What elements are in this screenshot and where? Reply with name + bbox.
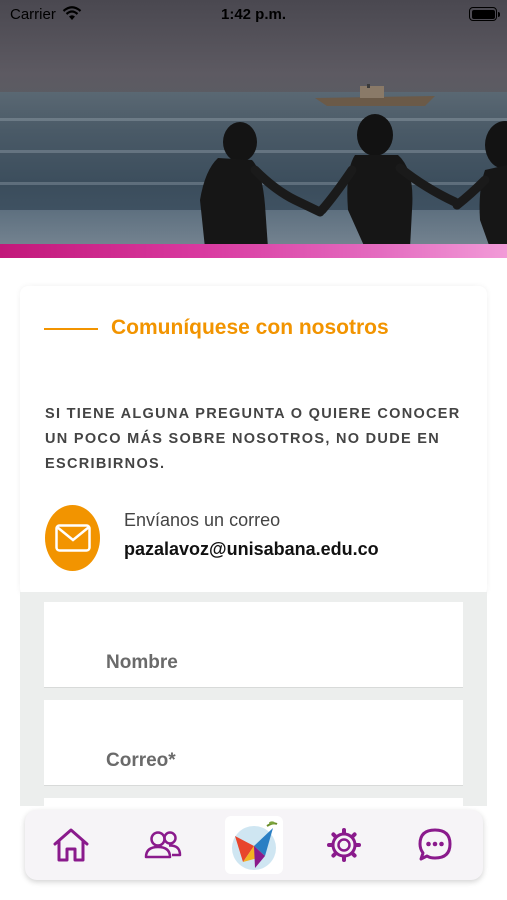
home-icon: [53, 828, 89, 862]
contact-card: Comuníquese con nosotros SI TIENE ALGUNA…: [20, 286, 487, 596]
chat-icon: [418, 828, 452, 861]
email-placeholder: Correo*: [106, 750, 176, 771]
title-divider: [44, 328, 98, 330]
status-bar: Carrier 1:42 p.m.: [0, 0, 507, 30]
email-field[interactable]: Correo*: [44, 700, 463, 786]
bottom-nav-area: [0, 806, 507, 900]
nav-chat[interactable]: [400, 810, 470, 880]
settings-gear-icon: [327, 828, 361, 862]
name-placeholder: Nombre: [106, 652, 178, 673]
nav-community[interactable]: [128, 810, 198, 880]
contact-form: Nombre Correo*: [20, 592, 487, 808]
accent-bar: [0, 244, 507, 258]
nav-home[interactable]: [36, 810, 106, 880]
email-address-link[interactable]: pazalavoz@unisabana.edu.co: [124, 539, 379, 560]
boat-graphic: [315, 84, 435, 106]
bottom-nav: [25, 810, 483, 880]
envelope-icon: [54, 524, 91, 552]
nav-settings[interactable]: [309, 810, 379, 880]
contact-description: SI TIENE ALGUNA PREGUNTA O QUIERE CONOCE…: [45, 406, 461, 472]
app-logo: [225, 816, 283, 874]
people-holding-hands: [200, 114, 507, 248]
community-icon: [144, 831, 182, 859]
nav-app-logo[interactable]: [225, 816, 283, 874]
clock: 1:42 p.m.: [220, 6, 287, 23]
mail-icon-button[interactable]: [45, 505, 100, 571]
battery-icon: [469, 7, 500, 21]
name-field[interactable]: Nombre: [44, 602, 463, 688]
header-image: [0, 0, 507, 248]
email-label: Envíanos un correo: [124, 510, 281, 530]
section-title: Comuníquese con nosotros: [111, 316, 389, 339]
